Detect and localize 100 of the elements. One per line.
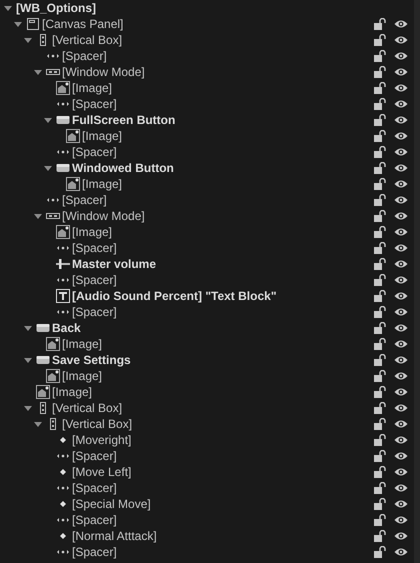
eye-icon[interactable] [394, 195, 408, 205]
unlocked-padlock-icon[interactable] [374, 162, 386, 174]
unlocked-padlock-icon[interactable] [374, 146, 386, 158]
widget-label[interactable]: [Vertical Box] [52, 33, 122, 47]
widget-label[interactable]: [Spacer] [72, 241, 117, 255]
unlocked-padlock-icon[interactable] [374, 98, 386, 110]
caret-icon[interactable] [34, 68, 42, 76]
caret-icon[interactable] [44, 116, 52, 124]
unlocked-padlock-icon[interactable] [374, 546, 386, 558]
eye-icon[interactable] [394, 547, 408, 557]
eye-icon[interactable] [394, 531, 408, 541]
widget-label[interactable]: [Image] [82, 129, 122, 143]
widget-label[interactable]: [WB_Options] [16, 1, 96, 15]
widget-label[interactable]: [Spacer] [62, 49, 107, 63]
eye-icon[interactable] [394, 403, 408, 413]
widget-label[interactable]: [Image] [52, 385, 92, 399]
eye-icon[interactable] [394, 499, 408, 509]
unlocked-padlock-icon[interactable] [374, 82, 386, 94]
widget-label[interactable]: [Spacer] [72, 481, 117, 495]
eye-icon[interactable] [394, 339, 408, 349]
eye-icon[interactable] [394, 387, 408, 397]
eye-icon[interactable] [394, 163, 408, 173]
unlocked-padlock-icon[interactable] [374, 482, 386, 494]
unlocked-padlock-icon[interactable] [374, 530, 386, 542]
eye-icon[interactable] [394, 243, 408, 253]
widget-label[interactable]: FullScreen Button [72, 113, 176, 127]
eye-icon[interactable] [394, 355, 408, 365]
eye-icon[interactable] [394, 227, 408, 237]
eye-icon[interactable] [394, 483, 408, 493]
widget-label[interactable]: Master volume [72, 257, 156, 271]
unlocked-padlock-icon[interactable] [374, 66, 386, 78]
widget-label[interactable]: [Spacer] [72, 145, 117, 159]
widget-label[interactable]: [Image] [72, 81, 112, 95]
caret-icon[interactable] [34, 212, 42, 220]
unlocked-padlock-icon[interactable] [374, 274, 386, 286]
eye-icon[interactable] [394, 259, 408, 269]
unlocked-padlock-icon[interactable] [374, 210, 386, 222]
widget-label[interactable]: [Normal Atttack] [72, 529, 157, 543]
widget-label[interactable]: [Image] [82, 177, 122, 191]
eye-icon[interactable] [394, 451, 408, 461]
widget-label[interactable]: [Special Move] [72, 497, 151, 511]
eye-icon[interactable] [394, 83, 408, 93]
unlocked-padlock-icon[interactable] [374, 466, 386, 478]
widget-label[interactable]: [Spacer] [72, 513, 117, 527]
eye-icon[interactable] [394, 291, 408, 301]
widget-label[interactable]: [Vertical Box] [62, 417, 132, 431]
unlocked-padlock-icon[interactable] [374, 338, 386, 350]
widget-label[interactable]: [Spacer] [72, 449, 117, 463]
widget-label[interactable]: [Image] [72, 225, 112, 239]
eye-icon[interactable] [394, 467, 408, 477]
widget-label[interactable]: [Vertical Box] [52, 401, 122, 415]
unlocked-padlock-icon[interactable] [374, 226, 386, 238]
unlocked-padlock-icon[interactable] [374, 386, 386, 398]
caret-icon[interactable] [24, 324, 32, 332]
caret-icon[interactable] [24, 356, 32, 364]
eye-icon[interactable] [394, 371, 408, 381]
eye-icon[interactable] [394, 51, 408, 61]
widget-label[interactable]: [Audio Sound Percent] "Text Block" [72, 289, 277, 303]
eye-icon[interactable] [394, 131, 408, 141]
widget-label[interactable]: [Image] [62, 369, 102, 383]
unlocked-padlock-icon[interactable] [374, 434, 386, 446]
caret-icon[interactable] [44, 164, 52, 172]
eye-icon[interactable] [394, 179, 408, 189]
widget-label[interactable]: Windowed Button [72, 161, 174, 175]
unlocked-padlock-icon[interactable] [374, 290, 386, 302]
eye-icon[interactable] [394, 307, 408, 317]
eye-icon[interactable] [394, 323, 408, 333]
unlocked-padlock-icon[interactable] [374, 178, 386, 190]
widget-label[interactable]: [Window Mode] [62, 209, 145, 223]
unlocked-padlock-icon[interactable] [374, 450, 386, 462]
widget-label[interactable]: [Spacer] [72, 273, 117, 287]
widget-label[interactable]: [Spacer] [72, 97, 117, 111]
eye-icon[interactable] [394, 99, 408, 109]
unlocked-padlock-icon[interactable] [374, 306, 386, 318]
eye-icon[interactable] [394, 275, 408, 285]
widget-label[interactable]: [Spacer] [72, 545, 117, 559]
eye-icon[interactable] [394, 115, 408, 125]
unlocked-padlock-icon[interactable] [374, 194, 386, 206]
unlocked-padlock-icon[interactable] [374, 50, 386, 62]
widget-label[interactable]: [Image] [62, 337, 102, 351]
widget-label[interactable]: [Move Left] [72, 465, 132, 479]
unlocked-padlock-icon[interactable] [374, 114, 386, 126]
widget-label[interactable]: Back [52, 321, 81, 335]
unlocked-padlock-icon[interactable] [374, 418, 386, 430]
unlocked-padlock-icon[interactable] [374, 514, 386, 526]
unlocked-padlock-icon[interactable] [374, 18, 386, 30]
widget-label[interactable]: [Spacer] [72, 305, 117, 319]
eye-icon[interactable] [394, 67, 408, 77]
caret-icon[interactable] [34, 420, 42, 428]
caret-icon[interactable] [24, 404, 32, 412]
widget-label[interactable]: [Window Mode] [62, 65, 145, 79]
caret-icon[interactable] [14, 20, 22, 28]
unlocked-padlock-icon[interactable] [374, 34, 386, 46]
widget-label[interactable]: Save Settings [52, 353, 131, 367]
caret-icon[interactable] [24, 36, 32, 44]
eye-icon[interactable] [394, 19, 408, 29]
widget-label[interactable]: [Canvas Panel] [42, 17, 124, 31]
unlocked-padlock-icon[interactable] [374, 130, 386, 142]
widget-label[interactable]: [Spacer] [62, 193, 107, 207]
widget-label[interactable]: [Moveright] [72, 433, 132, 447]
